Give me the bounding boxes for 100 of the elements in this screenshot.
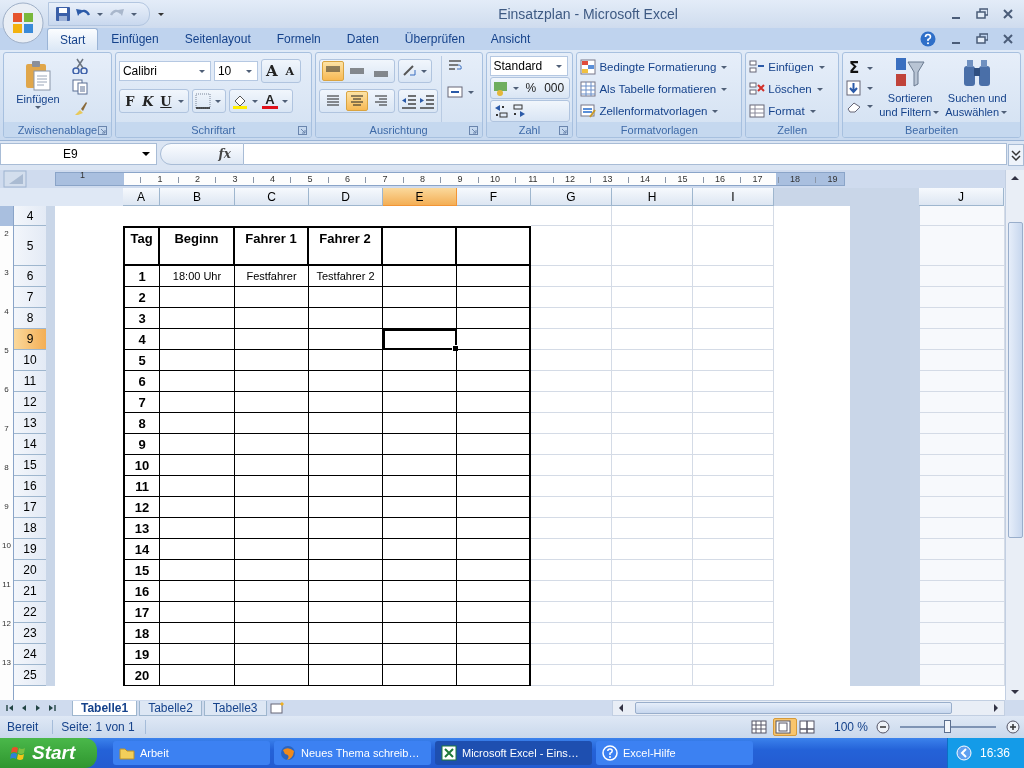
last-sheet-icon[interactable] bbox=[48, 704, 56, 712]
number-format-dropdown[interactable]: Standard bbox=[489, 56, 568, 76]
sheet-tab[interactable]: Tabelle2 bbox=[139, 700, 202, 716]
column-header[interactable]: F bbox=[457, 188, 531, 206]
horizontal-align-button[interactable] bbox=[345, 91, 368, 111]
row-header[interactable]: 17 bbox=[14, 497, 46, 518]
caret-icon[interactable] bbox=[245, 69, 252, 73]
cells-menu-button[interactable]: Format bbox=[768, 105, 805, 117]
decrease-indent-icon[interactable] bbox=[400, 93, 417, 109]
zoom-in-icon[interactable] bbox=[1006, 720, 1020, 734]
fill-bucket-icon[interactable] bbox=[231, 93, 248, 109]
paste-button[interactable]: Einfügen bbox=[7, 56, 69, 122]
ribbon-tab[interactable]: Einfügen bbox=[98, 28, 172, 50]
percent-button[interactable]: % bbox=[522, 78, 540, 98]
caret-icon[interactable] bbox=[158, 12, 164, 16]
horizontal-scrollbar[interactable] bbox=[612, 700, 1005, 716]
sheet-tab[interactable]: Tabelle1 bbox=[72, 700, 138, 716]
column-header[interactable]: D bbox=[309, 188, 383, 206]
sheet-tab[interactable]: Tabelle3 bbox=[203, 700, 267, 716]
vertical-scrollbar[interactable] bbox=[1005, 170, 1024, 700]
scroll-left-icon[interactable] bbox=[617, 703, 625, 713]
styles-menu-button[interactable]: Als Tabelle formatieren bbox=[599, 83, 717, 95]
row-header[interactable]: 11 bbox=[14, 371, 46, 392]
taskbar-button[interactable]: Arbeit bbox=[113, 741, 270, 765]
dialog-launcher-icon[interactable] bbox=[297, 126, 307, 135]
row-header[interactable]: 19 bbox=[14, 539, 46, 560]
row-header[interactable]: 4 bbox=[14, 206, 46, 226]
row-header[interactable]: 5 bbox=[14, 226, 46, 266]
ribbon-tab[interactable]: Ansicht bbox=[477, 28, 544, 50]
ribbon-tab[interactable]: Formeln bbox=[263, 28, 334, 50]
help-icon[interactable] bbox=[920, 31, 936, 47]
scroll-right-icon[interactable] bbox=[992, 703, 1000, 713]
border-icon[interactable] bbox=[194, 93, 211, 109]
column-header[interactable]: B bbox=[160, 188, 235, 206]
name-box[interactable]: E9 bbox=[0, 143, 157, 165]
shrink-font-button[interactable]: A bbox=[281, 61, 298, 81]
vertical-align-button[interactable] bbox=[321, 61, 344, 81]
ribbon-tab[interactable]: Start bbox=[47, 28, 99, 50]
dialog-launcher-icon[interactable] bbox=[468, 126, 478, 135]
formula-input[interactable] bbox=[243, 143, 1007, 165]
expand-icon[interactable] bbox=[1008, 144, 1024, 166]
column-header[interactable]: C bbox=[235, 188, 309, 206]
decrease-decimal-icon[interactable] bbox=[510, 103, 527, 119]
font-size-dropdown[interactable]: 10 bbox=[213, 61, 258, 81]
view-button[interactable] bbox=[772, 718, 797, 736]
row-header[interactable]: 6 bbox=[14, 266, 46, 287]
underline-button[interactable]: U bbox=[157, 91, 174, 111]
save-icon[interactable] bbox=[55, 6, 71, 22]
styles-menu-button[interactable]: Zellenformatvorlagen bbox=[599, 105, 708, 117]
row-header[interactable]: 9 bbox=[14, 329, 46, 350]
sort-filter-button[interactable]: Sortieren und Filtern bbox=[878, 56, 943, 122]
show-hidden-icons-icon[interactable] bbox=[955, 745, 972, 761]
row-header[interactable]: 18 bbox=[14, 518, 46, 539]
column-header[interactable]: J bbox=[919, 188, 1004, 206]
selected-cell[interactable] bbox=[383, 329, 457, 350]
close-icon[interactable] bbox=[1002, 33, 1014, 45]
taskbar-button[interactable]: Excel-Hilfe bbox=[596, 741, 753, 765]
column-header[interactable]: I bbox=[693, 188, 774, 206]
column-header[interactable]: H bbox=[612, 188, 693, 206]
row-header[interactable]: 14 bbox=[14, 434, 46, 455]
autosum-button[interactable]: Σ bbox=[846, 58, 863, 78]
row-header[interactable]: 24 bbox=[14, 644, 46, 665]
scroll-up-icon[interactable] bbox=[1010, 174, 1020, 182]
first-sheet-icon[interactable] bbox=[6, 704, 14, 712]
merge-cells-icon[interactable] bbox=[446, 84, 463, 100]
zoom-out-icon[interactable] bbox=[876, 720, 890, 734]
row-header[interactable]: 7 bbox=[14, 287, 46, 308]
taskbar-button[interactable]: Microsoft Excel - Eins… bbox=[435, 741, 592, 765]
scroll-down-icon[interactable] bbox=[1010, 688, 1020, 696]
cells-menu-button[interactable]: Löschen bbox=[768, 83, 812, 95]
scroll-thumb[interactable] bbox=[635, 702, 952, 714]
increase-indent-icon[interactable] bbox=[418, 93, 435, 109]
ribbon-tab[interactable]: Daten bbox=[333, 28, 392, 50]
row-header[interactable]: 15 bbox=[14, 455, 46, 476]
italic-button[interactable]: K bbox=[139, 91, 156, 111]
thousands-button[interactable]: 000 bbox=[541, 78, 568, 98]
ribbon-tab[interactable]: Seitenlayout bbox=[171, 28, 264, 50]
dialog-launcher-icon[interactable] bbox=[559, 126, 569, 135]
previous-sheet-icon[interactable] bbox=[20, 704, 28, 712]
row-header[interactable]: 25 bbox=[14, 665, 46, 686]
row-header[interactable]: 12 bbox=[14, 392, 46, 413]
taskbar-button[interactable]: Neues Thema schreib… bbox=[274, 741, 431, 765]
column-header[interactable]: E bbox=[383, 188, 457, 206]
copy-icon[interactable] bbox=[72, 79, 88, 95]
row-header[interactable]: 8 bbox=[14, 308, 46, 329]
cut-icon[interactable] bbox=[72, 58, 88, 74]
row-header[interactable]: 16 bbox=[14, 476, 46, 497]
row-header[interactable]: 10 bbox=[14, 350, 46, 371]
insert-sheet-icon[interactable] bbox=[268, 701, 285, 715]
styles-menu-button[interactable]: Bedingte Formatierung bbox=[599, 61, 717, 73]
fill-handle[interactable] bbox=[452, 345, 459, 352]
zoom-level[interactable]: 100 % bbox=[833, 720, 868, 734]
next-sheet-icon[interactable] bbox=[34, 704, 42, 712]
row-header[interactable]: 21 bbox=[14, 581, 46, 602]
grow-font-button[interactable]: A bbox=[263, 61, 280, 81]
cells-menu-button[interactable]: Einfügen bbox=[768, 61, 814, 73]
bold-button[interactable]: F bbox=[121, 91, 138, 111]
restore-icon[interactable] bbox=[976, 33, 988, 45]
find-select-button[interactable]: Suchen und Auswählen bbox=[945, 56, 1010, 122]
fill-down-icon[interactable] bbox=[846, 80, 863, 96]
